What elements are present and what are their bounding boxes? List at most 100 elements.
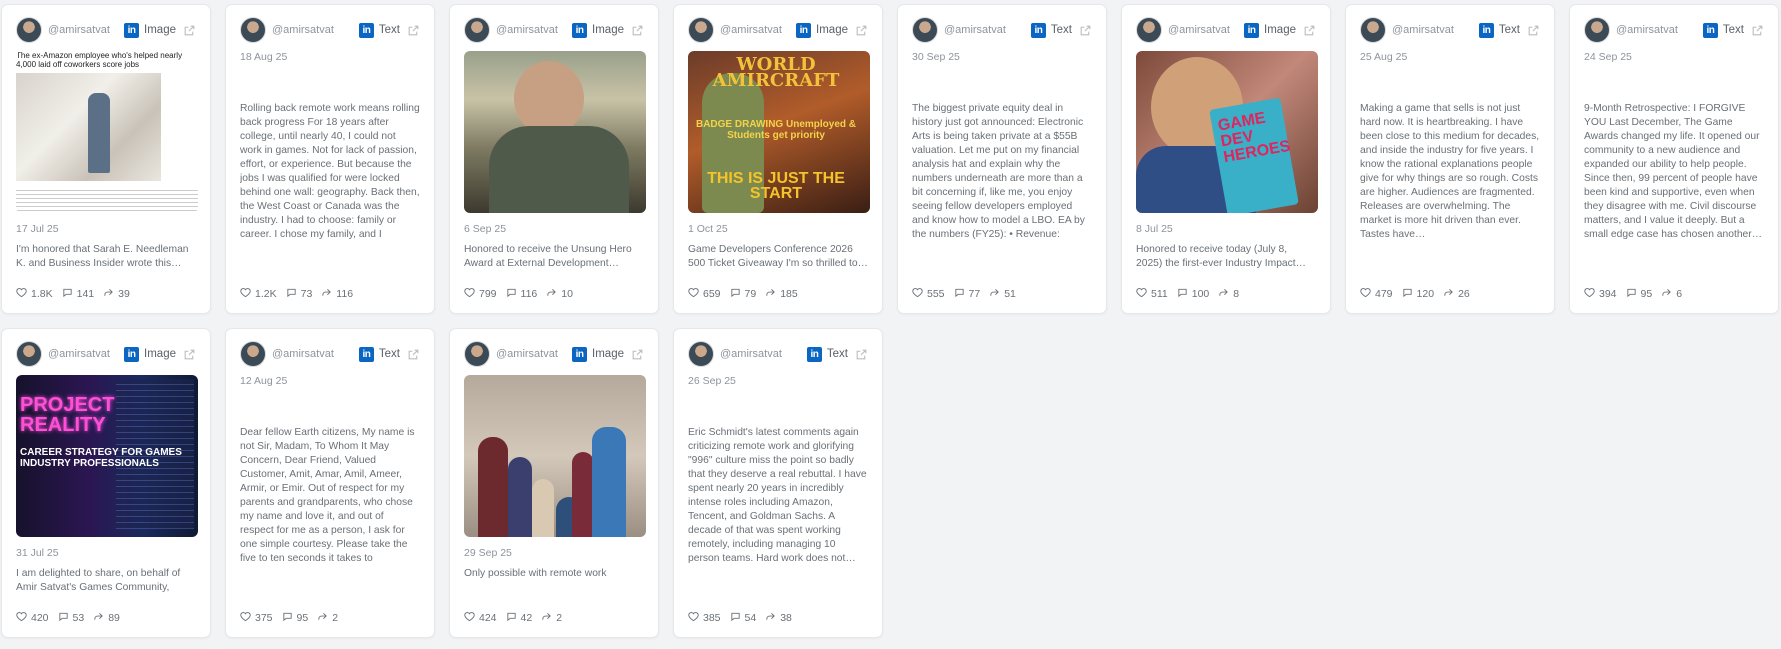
external-link-icon[interactable] (855, 348, 868, 361)
author-handle[interactable]: @amirsatvat (496, 348, 572, 360)
post-date: 18 Aug 25 (240, 51, 288, 63)
avatar[interactable] (464, 341, 490, 367)
post-date: 26 Sep 25 (688, 375, 736, 387)
post-card[interactable]: @amirsatvat in Text 12 Aug 25 Dear fello… (225, 328, 435, 638)
post-date: 25 Aug 25 (1360, 51, 1408, 63)
post-text: Dear fellow Earth citizens, My name is n… (240, 427, 415, 564)
post-card[interactable]: @amirsatvat in Text 24 Sep 25 9-Month Re… (1569, 4, 1779, 314)
post-text: 9-Month Retrospective: I FORGIVE YOU Las… (1584, 103, 1763, 240)
external-link-icon[interactable] (183, 24, 196, 37)
share-icon (1218, 287, 1233, 301)
external-link-icon[interactable] (183, 348, 196, 361)
post-image[interactable] (464, 51, 646, 213)
post-header: @amirsatvat in Text (1584, 17, 1764, 43)
external-link-icon[interactable] (407, 348, 420, 361)
post-type-label: Image (144, 348, 176, 360)
author-handle[interactable]: @amirsatvat (1392, 24, 1479, 36)
shares-count: 89 (108, 612, 120, 624)
post-image[interactable]: The ex-Amazon employee who's helped near… (16, 51, 198, 213)
author-handle[interactable]: @amirsatvat (48, 348, 124, 360)
post-date: 1 Oct 25 (688, 223, 728, 235)
shares-stat: 26 (1443, 287, 1470, 301)
avatar[interactable] (688, 17, 714, 43)
post-card[interactable]: @amirsatvat in Image The ex-Amazon emplo… (1, 4, 211, 314)
image-subtitle: CAREER STRATEGY FOR GAMES INDUSTRY PROFE… (20, 447, 182, 469)
share-icon (321, 287, 336, 301)
avatar[interactable] (1360, 17, 1386, 43)
avatar[interactable] (1584, 17, 1610, 43)
avatar[interactable] (240, 341, 266, 367)
post-date: 31 Jul 25 (16, 547, 59, 559)
post-date: 8 Jul 25 (1136, 223, 1173, 235)
avatar[interactable] (912, 17, 938, 43)
post-card[interactable]: @amirsatvat in Text 25 Aug 25 Making a g… (1345, 4, 1555, 314)
author-handle[interactable]: @amirsatvat (48, 24, 124, 36)
post-card[interactable]: @amirsatvat in Image PROJECT REALITY CARE… (1, 328, 211, 638)
avatar[interactable] (464, 17, 490, 43)
post-card[interactable]: @amirsatvat in Text 18 Aug 25 Rolling ba… (225, 4, 435, 314)
post-card[interactable]: @amirsatvat in Image 29 Sep 25 Only poss… (449, 328, 659, 638)
post-card[interactable]: @amirsatvat in Text 30 Sep 25 The bigges… (897, 4, 1107, 314)
post-image[interactable]: GAME DEV HEROES (1136, 51, 1318, 213)
external-link-icon[interactable] (407, 24, 420, 37)
post-header: @amirsatvat in Image (464, 17, 644, 43)
post-date: 29 Sep 25 (464, 547, 512, 559)
likes-stat: 511 (1136, 287, 1168, 301)
author-handle[interactable]: @amirsatvat (1616, 24, 1703, 36)
comments-count: 73 (300, 288, 313, 300)
external-link-icon[interactable] (1527, 24, 1540, 37)
likes-stat: 375 (240, 611, 273, 625)
post-card[interactable]: @amirsatvat in Image 6 Sep 25 Honored to… (449, 4, 659, 314)
author-handle[interactable]: @amirsatvat (720, 24, 796, 36)
comment-icon (286, 287, 301, 301)
likes-stat: 394 (1584, 287, 1617, 301)
comments-stat: 141 (62, 287, 94, 301)
shares-stat: 185 (765, 287, 798, 301)
post-text: Eric Schmidt's latest comments again cri… (688, 427, 867, 564)
heart-icon (1360, 287, 1375, 301)
post-header: @amirsatvat in Text (1360, 17, 1540, 43)
post-card[interactable]: @amirsatvat in Image GAME DEV HEROES 8 J… (1121, 4, 1331, 314)
post-date: 24 Sep 25 (1584, 51, 1632, 63)
external-link-icon[interactable] (1079, 24, 1092, 37)
external-link-icon[interactable] (631, 348, 644, 361)
avatar[interactable] (16, 17, 42, 43)
author-handle[interactable]: @amirsatvat (720, 348, 807, 360)
avatar[interactable] (240, 17, 266, 43)
post-date: 17 Jul 25 (16, 223, 59, 235)
post-header: @amirsatvat in Text (240, 17, 420, 43)
avatar[interactable] (16, 341, 42, 367)
external-link-icon[interactable] (855, 24, 868, 37)
post-card[interactable]: @amirsatvat in Text 26 Sep 25 Eric Schmi… (673, 328, 883, 638)
post-text: Game Developers Conference 2026 500 Tick… (688, 244, 868, 269)
post-stats: 375 95 2 (240, 611, 347, 625)
external-link-icon[interactable] (1751, 24, 1764, 37)
post-image[interactable]: WORLD AMIRCRAFT BADGE DRAWING Unemployed … (688, 51, 870, 213)
likes-count: 1.8K (31, 288, 53, 300)
post-type-label: Text (378, 348, 400, 360)
author-handle[interactable]: @amirsatvat (496, 24, 572, 36)
post-image[interactable]: PROJECT REALITY CAREER STRATEGY FOR GAMES… (16, 375, 198, 537)
author-handle[interactable]: @amirsatvat (1168, 24, 1244, 36)
post-header: @amirsatvat in Image (16, 17, 196, 43)
likes-stat: 1.8K (16, 287, 53, 301)
comment-icon (506, 287, 521, 301)
author-handle[interactable]: @amirsatvat (944, 24, 1031, 36)
shares-count: 39 (118, 288, 130, 300)
post-type-label: Image (144, 24, 176, 36)
post-header: @amirsatvat in Image (16, 341, 196, 367)
post-card[interactable]: @amirsatvat in Image WORLD AMIRCRAFT BADG… (673, 4, 883, 314)
author-handle[interactable]: @amirsatvat (272, 348, 359, 360)
post-header: @amirsatvat in Image (1136, 17, 1316, 43)
avatar[interactable] (688, 341, 714, 367)
linkedin-icon: in (796, 22, 812, 38)
post-image[interactable] (464, 375, 646, 537)
author-handle[interactable]: @amirsatvat (272, 24, 359, 36)
post-text: Making a game that sells is not just har… (1360, 103, 1540, 240)
external-link-icon[interactable] (1303, 24, 1316, 37)
shares-stat: 116 (321, 287, 353, 301)
comment-icon (1177, 287, 1192, 301)
avatar[interactable] (1136, 17, 1162, 43)
post-type-label: Text (1722, 24, 1744, 36)
external-link-icon[interactable] (631, 24, 644, 37)
